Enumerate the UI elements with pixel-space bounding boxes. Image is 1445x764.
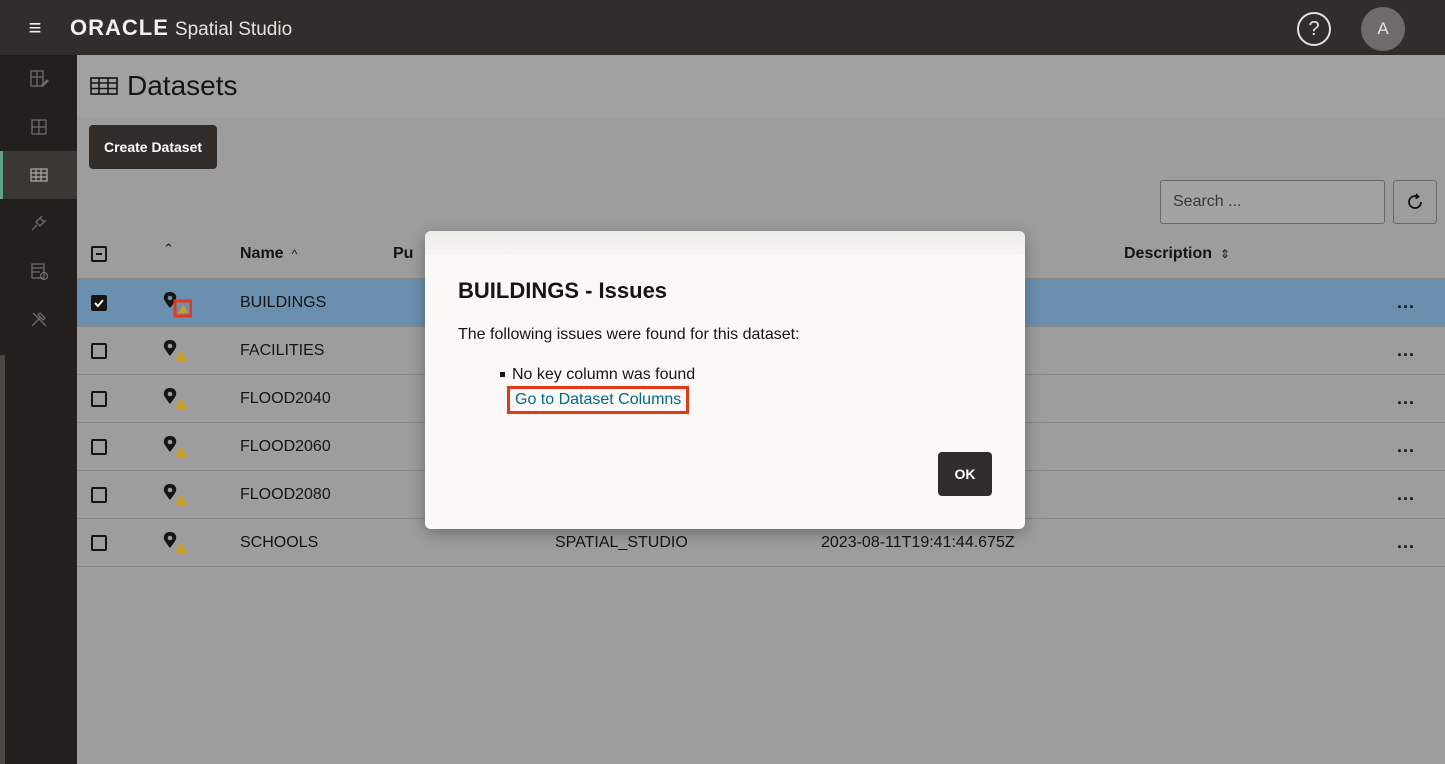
row-more-menu[interactable]: ... — [1397, 388, 1415, 409]
row-more-menu[interactable]: ... — [1397, 340, 1415, 361]
dialog-title: BUILDINGS - Issues — [458, 278, 668, 303]
column-header-name[interactable]: Name ^ — [240, 245, 297, 263]
sidebar-item-projects[interactable] — [0, 103, 77, 151]
row-more-menu[interactable]: ... — [1397, 436, 1415, 457]
sidebar-item-tools[interactable] — [0, 295, 77, 343]
top-bar: ≡ ORACLE Spatial Studio ? A — [0, 0, 1445, 55]
go-to-dataset-columns-link[interactable]: Go to Dataset Columns — [507, 386, 690, 414]
bullet-icon — [500, 372, 505, 378]
ok-button[interactable]: OK — [938, 452, 992, 496]
select-all-checkbox[interactable] — [91, 245, 107, 262]
dataset-warning-icon[interactable] — [162, 482, 190, 508]
row-checkbox[interactable] — [91, 486, 107, 503]
dataset-warning-icon[interactable] — [162, 434, 190, 460]
sidebar-item-edit-project[interactable] — [0, 55, 77, 103]
sidebar-scroll-edge — [0, 355, 5, 764]
issue-list-item: No key column was found — [500, 366, 695, 384]
row-name: SCHOOLS — [240, 533, 319, 551]
row-more-menu[interactable]: ... — [1397, 292, 1415, 313]
row-checkbox[interactable] — [91, 294, 107, 311]
create-dataset-button[interactable]: Create Dataset — [89, 125, 217, 169]
minus-icon — [96, 252, 102, 255]
row-date: 2023-08-11T19:41:44.675Z — [821, 533, 1015, 551]
projects-icon — [30, 119, 47, 135]
sort-type-icon[interactable]: ⌃ — [163, 241, 191, 267]
row-name: BUILDINGS — [240, 293, 327, 311]
row-name: FLOOD2060 — [240, 437, 331, 455]
dialog-header-bar — [425, 231, 1025, 255]
help-icon[interactable]: ? — [1297, 12, 1331, 46]
column-header-description[interactable]: Description ⇕ — [1124, 245, 1230, 263]
datasets-title-icon — [90, 77, 118, 95]
connections-icon — [31, 215, 46, 231]
page-title: Datasets — [127, 70, 238, 101]
edit-project-icon — [29, 70, 49, 87]
brand-product: Spatial Studio — [174, 18, 293, 40]
row-name: FLOOD2080 — [240, 485, 331, 503]
row-checkbox[interactable] — [91, 534, 107, 551]
dialog-message: The following issues were found for this… — [458, 326, 800, 343]
dataset-warning-icon[interactable] — [162, 530, 190, 556]
column-header-published[interactable]: Pu — [393, 245, 413, 263]
row-checkbox[interactable] — [91, 342, 107, 359]
refresh-icon — [1408, 193, 1422, 209]
issues-dialog: BUILDINGS - Issues The following issues … — [425, 231, 1025, 529]
user-avatar[interactable]: A — [1361, 7, 1405, 51]
dataset-warning-icon[interactable] — [162, 338, 190, 364]
search-input[interactable]: Search ... — [1160, 180, 1385, 224]
jobs-icon — [30, 263, 48, 281]
row-name: FLOOD2040 — [240, 389, 331, 407]
sort-toggle-icon: ⇕ — [1220, 246, 1231, 261]
row-checkbox[interactable] — [91, 438, 107, 455]
dataset-warning-icon[interactable] — [162, 386, 190, 412]
hamburger-menu-icon[interactable]: ≡ — [0, 0, 70, 55]
brand-oracle: ORACLE — [70, 14, 169, 40]
check-icon — [94, 298, 104, 307]
issue-text: No key column was found — [512, 366, 696, 383]
row-more-menu[interactable]: ... — [1397, 484, 1415, 505]
page-header: Datasets — [77, 55, 1445, 117]
brand-logo: ORACLE Spatial Studio — [70, 15, 292, 41]
sort-asc-icon: ^ — [291, 246, 298, 261]
sidebar-item-jobs[interactable] — [0, 247, 77, 295]
sidebar — [0, 55, 77, 764]
column-name-label: Name — [240, 244, 284, 262]
tools-icon — [31, 312, 46, 327]
dataset-warning-icon[interactable] — [162, 290, 193, 317]
row-published-by: SPATIAL_STUDIO — [555, 533, 688, 551]
row-name: FACILITIES — [240, 341, 325, 359]
refresh-button[interactable] — [1393, 180, 1437, 224]
row-checkbox[interactable] — [91, 390, 107, 407]
sidebar-item-datasets[interactable] — [0, 151, 77, 199]
sidebar-item-connections[interactable] — [0, 199, 77, 247]
row-more-menu[interactable]: ... — [1397, 532, 1415, 553]
column-description-label: Description — [1124, 244, 1213, 262]
datasets-icon — [29, 168, 48, 182]
